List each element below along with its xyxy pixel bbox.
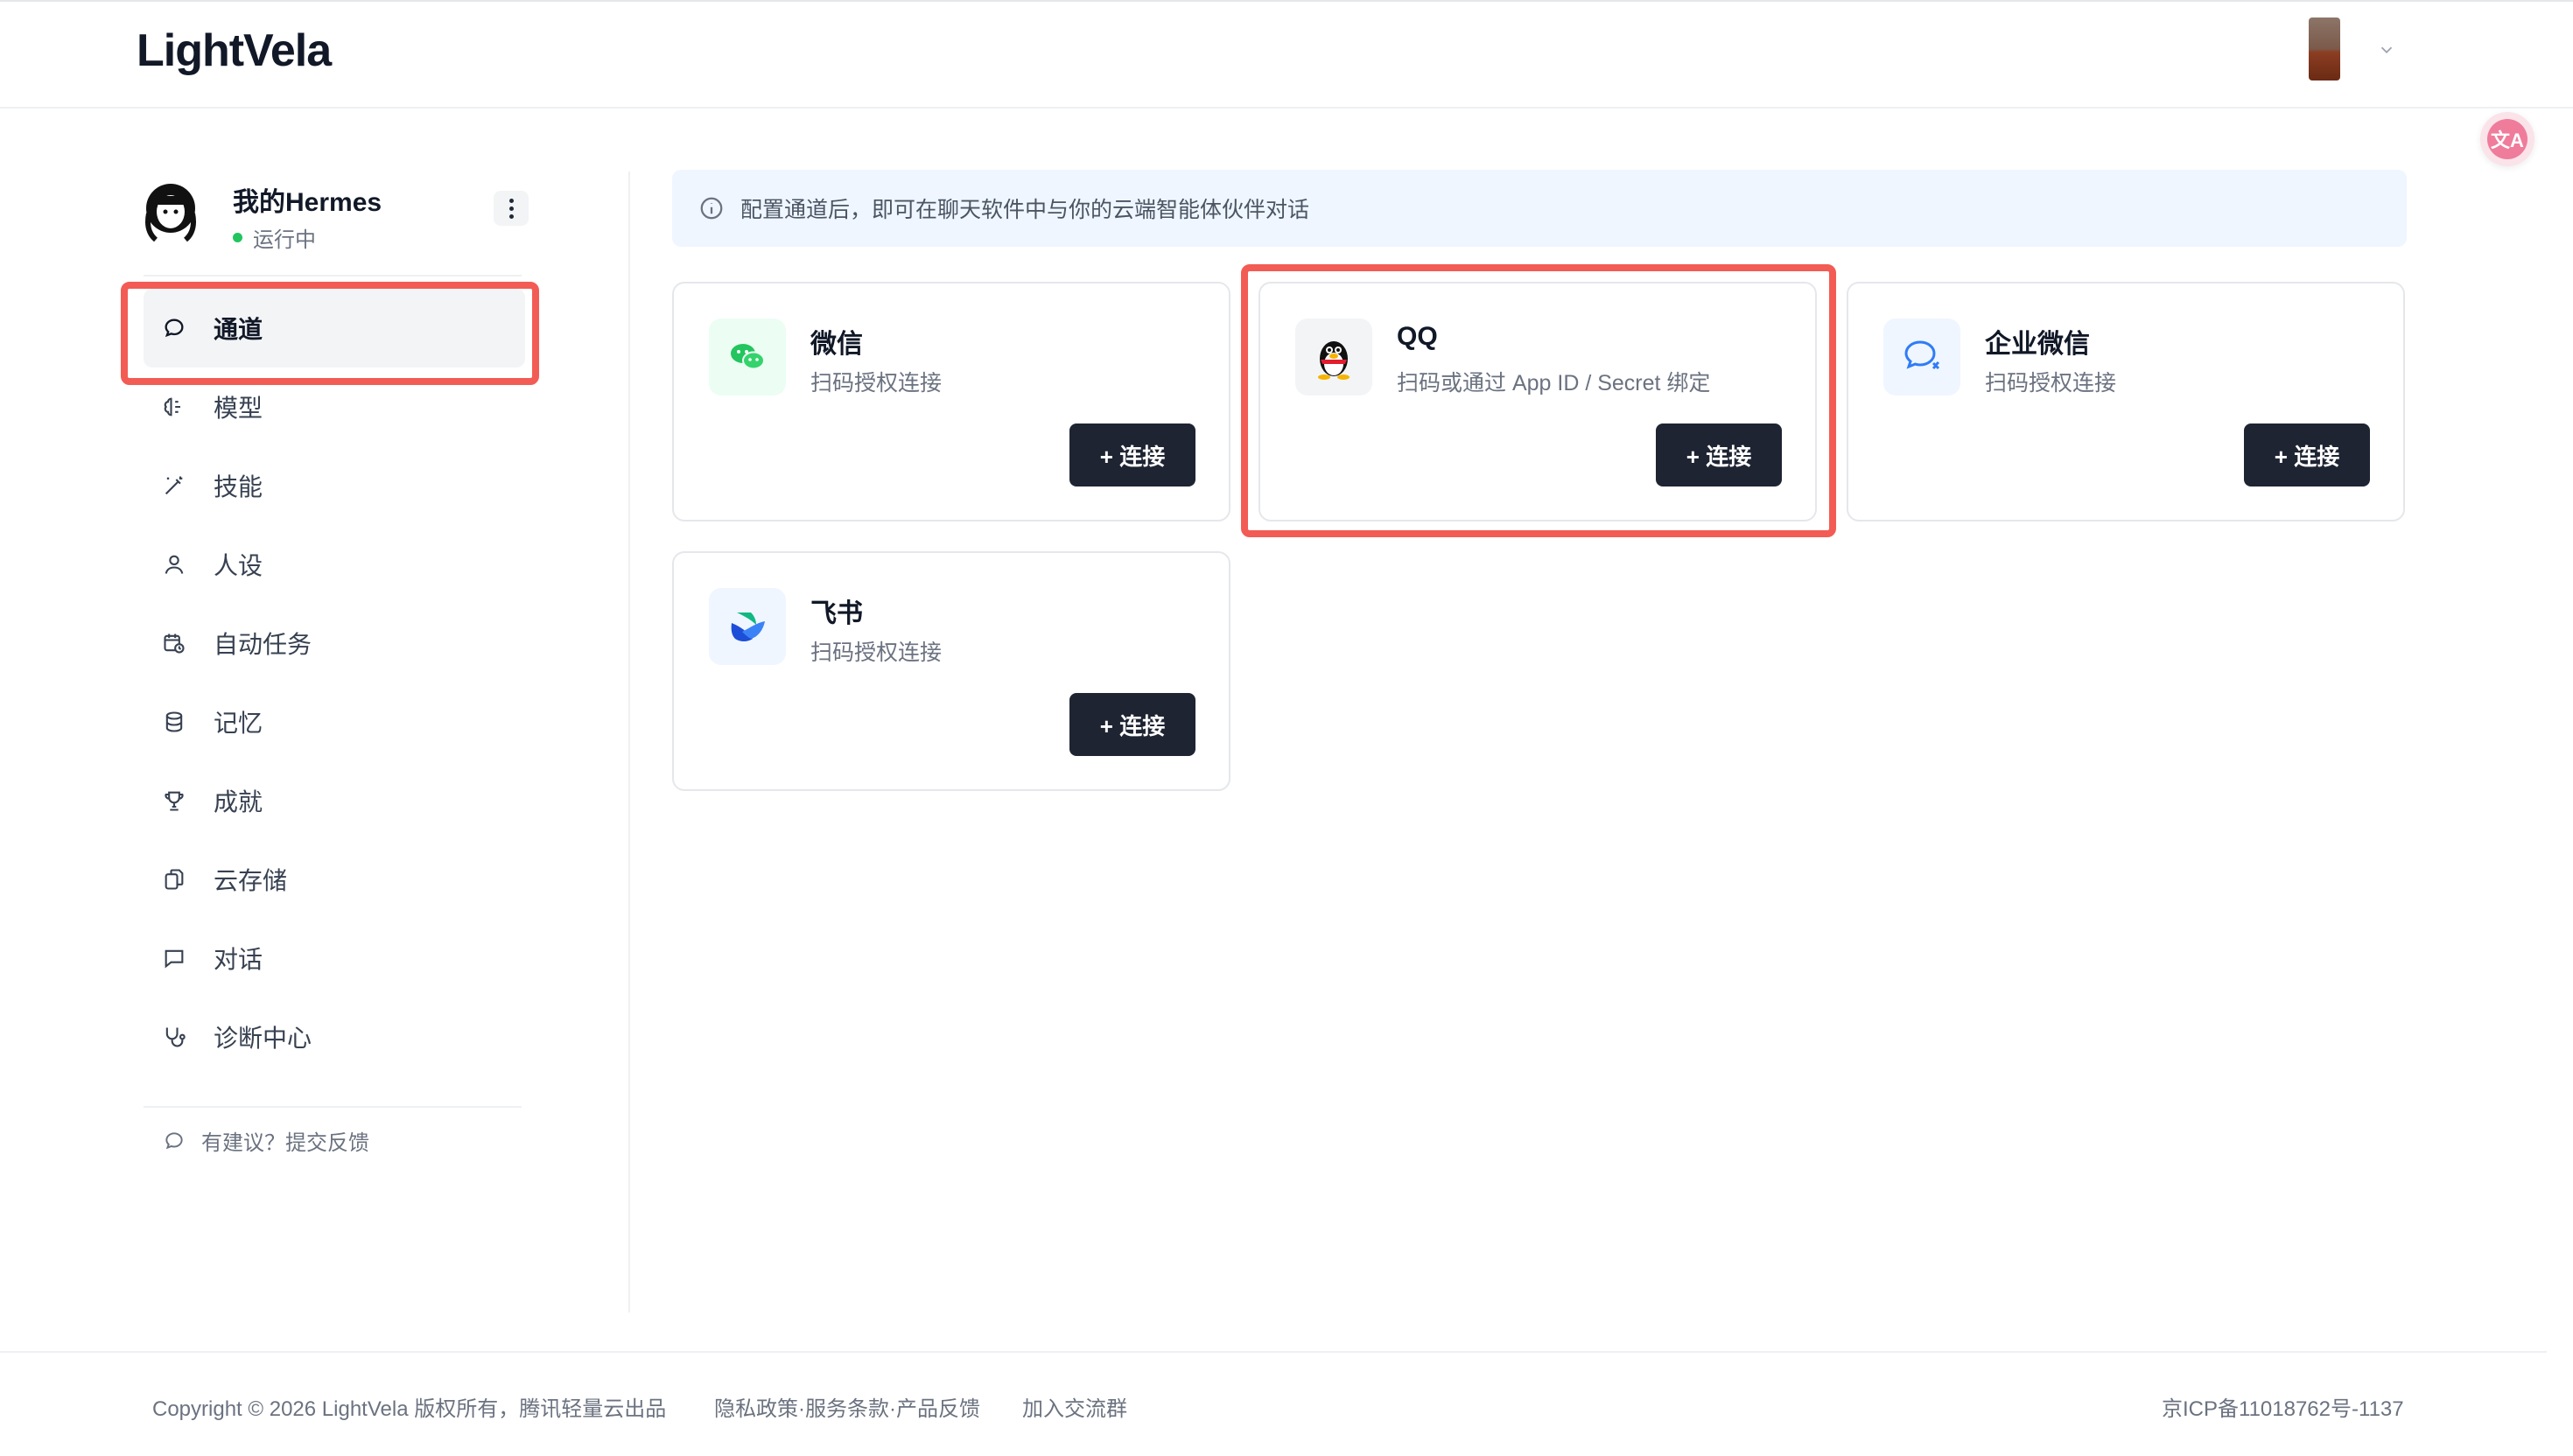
sidebar-item-persona[interactable]: 人设	[144, 525, 525, 604]
translate-button[interactable]: 文A	[2480, 112, 2534, 166]
feedback-label: 有建议？提交反馈	[201, 1131, 369, 1155]
sidebar-item-label: 技能	[214, 473, 263, 500]
channel-card-wechat: 微信 扫码授权连接 + 连接	[672, 282, 1230, 522]
database-icon	[161, 709, 187, 735]
translate-icon: 文A	[2487, 119, 2527, 159]
sidebar-item-storage[interactable]: 云存储	[144, 840, 525, 919]
footer-copyright: Copyright © 2026 LightVela 版权所有，腾讯轻量云出品	[152, 1397, 667, 1421]
agent-profile: 我的Hermes 运行中	[140, 173, 529, 261]
connect-qq-button[interactable]: + 连接	[1656, 424, 1782, 486]
vertical-divider	[628, 172, 630, 1312]
channel-name: QQ	[1397, 322, 1438, 351]
channel-description: 扫码授权连接	[810, 371, 943, 396]
wechat-icon	[709, 318, 786, 396]
channel-description: 扫码授权连接	[810, 640, 943, 665]
sidebar-item-label: 模型	[214, 395, 263, 422]
sidebar-item-skills[interactable]: 技能	[144, 446, 525, 525]
chat-bubble-icon	[161, 1128, 187, 1154]
connect-wecom-button[interactable]: + 连接	[2244, 424, 2370, 486]
connect-feishu-button[interactable]: + 连接	[1069, 693, 1195, 756]
divider	[144, 1106, 522, 1108]
chevron-down-icon[interactable]	[2377, 40, 2396, 60]
user-avatar[interactable]	[2309, 18, 2340, 80]
sidebar-item-label: 云存储	[214, 867, 288, 894]
sidebar-item-label: 自动任务	[214, 631, 312, 658]
channel-description: 扫码或通过 App ID / Secret 绑定	[1397, 371, 1711, 396]
sidebar-item-label: 对话	[214, 946, 263, 973]
calendar-clock-icon	[161, 630, 187, 656]
qq-penguin-icon	[1295, 318, 1372, 396]
sidebar-nav: 通道 模型 技能 人设 自动任务 记忆 成就 云存储 对话 诊断中心	[144, 289, 525, 1076]
banner-text: 配置通道后，即可在聊天软件中与你的云端智能体伙伴对话	[740, 198, 1310, 222]
app-logo[interactable]: LightVela	[137, 24, 332, 77]
info-banner: 配置通道后，即可在聊天软件中与你的云端智能体伙伴对话	[672, 170, 2407, 247]
sidebar-item-models[interactable]: 模型	[144, 368, 525, 446]
wecom-icon	[1883, 318, 1960, 396]
sidebar-item-achievements[interactable]: 成就	[144, 761, 525, 840]
feishu-icon	[709, 588, 786, 665]
sidebar-item-tasks[interactable]: 自动任务	[144, 604, 525, 682]
sidebar-item-label: 记忆	[214, 710, 263, 737]
channel-card-qq: QQ 扫码或通过 App ID / Secret 绑定 + 连接	[1258, 282, 1817, 522]
magic-wand-icon	[161, 472, 187, 499]
sidebar-item-memory[interactable]: 记忆	[144, 682, 525, 761]
files-icon	[161, 866, 187, 892]
info-icon	[700, 197, 723, 220]
sidebar-item-chat[interactable]: 对话	[144, 919, 525, 998]
sidebar-item-label: 成就	[214, 788, 263, 816]
channel-name: 企业微信	[1985, 330, 2090, 359]
sidebar-item-channels[interactable]: 通道	[144, 289, 525, 368]
divider	[144, 275, 522, 276]
brain-icon	[161, 394, 187, 420]
feedback-link[interactable]: 有建议？提交反馈	[161, 1125, 369, 1156]
agent-status-text: 运行中	[253, 228, 316, 252]
top-header: LightVela	[0, 0, 2573, 108]
agent-status: 运行中	[233, 222, 316, 253]
status-dot-icon	[233, 233, 242, 242]
channel-name: 飞书	[810, 599, 863, 628]
trophy-icon	[161, 788, 187, 814]
agent-avatar	[145, 184, 196, 242]
footer-divider	[0, 1351, 2547, 1353]
channel-name: 微信	[810, 330, 863, 359]
footer-links[interactable]: 隐私政策·服务条款·产品反馈	[714, 1391, 980, 1422]
sidebar-item-label: 诊断中心	[214, 1025, 312, 1052]
user-icon	[161, 551, 187, 578]
sidebar-item-label: 通道	[214, 316, 263, 343]
footer-icp[interactable]: 京ICP备11018762号-1137	[2162, 1391, 2404, 1422]
sidebar-item-diagnostics[interactable]: 诊断中心	[144, 998, 525, 1076]
connect-wechat-button[interactable]: + 连接	[1069, 424, 1195, 486]
footer-join-group[interactable]: 加入交流群	[1022, 1391, 1127, 1422]
agent-name: 我的Hermes	[233, 188, 382, 217]
channel-card-wecom: 企业微信 扫码授权连接 + 连接	[1847, 282, 2405, 522]
message-square-icon	[161, 945, 187, 971]
channel-card-feishu: 飞书 扫码授权连接 + 连接	[672, 551, 1230, 791]
chat-bubble-icon	[161, 315, 187, 341]
sidebar-item-label: 人设	[214, 552, 263, 579]
more-options-button[interactable]	[494, 191, 529, 226]
stethoscope-icon	[161, 1024, 187, 1050]
channel-description: 扫码授权连接	[1985, 371, 2117, 396]
